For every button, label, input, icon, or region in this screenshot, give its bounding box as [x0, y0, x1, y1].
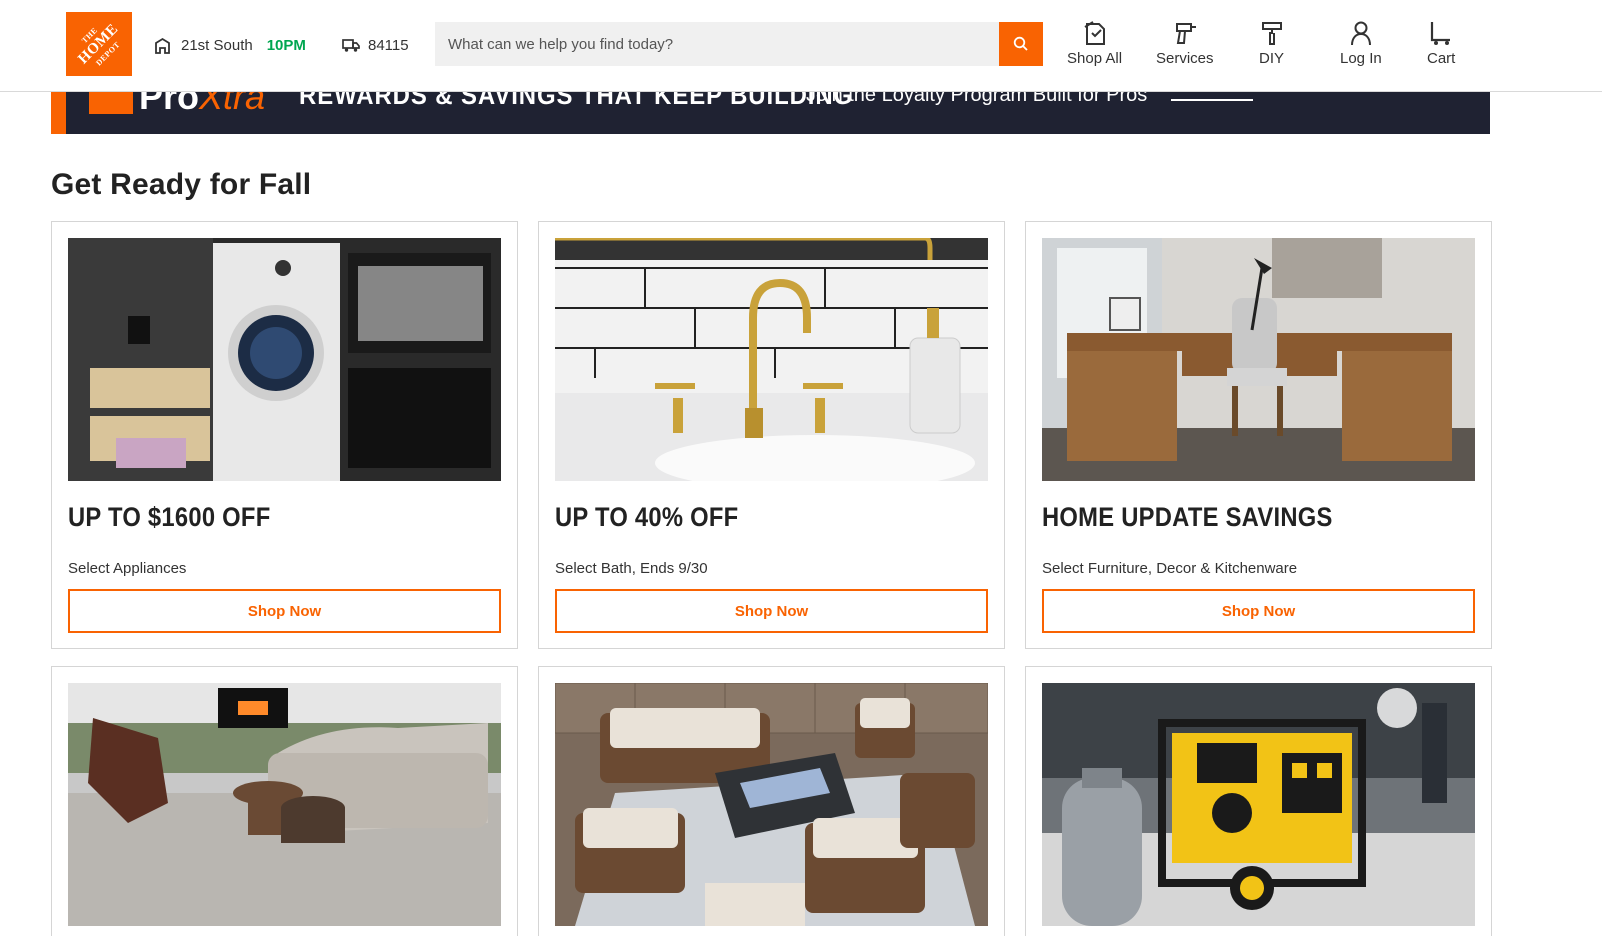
delivery-zip-selector[interactable]: 84115	[342, 35, 409, 55]
living-room-flooring-photo[interactable]	[68, 683, 501, 926]
paint-roller-icon	[1261, 22, 1282, 45]
search-icon	[1013, 36, 1028, 51]
search-bar	[435, 22, 1043, 66]
nav-cart[interactable]: Cart	[1427, 18, 1455, 67]
promo-card	[51, 666, 518, 936]
home-depot-logo-small	[89, 92, 133, 114]
truck-icon	[342, 38, 360, 52]
nav-log-in[interactable]: Log In	[1340, 18, 1382, 67]
store-name: 21st South	[181, 36, 253, 54]
promo-card: HOME UPDATE SAVINGS Select Furniture, De…	[1025, 221, 1492, 649]
proxtra-banner[interactable]: ProXtra REWARDS & SAVINGS THAT KEEP BUIL…	[51, 92, 1490, 134]
nav-label: Services	[1156, 50, 1214, 67]
store-selector[interactable]: 21st South 10PM	[154, 35, 306, 55]
card-title: UP TO 40% OFF	[555, 502, 739, 532]
patio-wicker-set-photo[interactable]	[555, 683, 988, 926]
card-subtitle: Select Bath, Ends 9/30	[555, 560, 708, 577]
cart-icon	[1431, 22, 1451, 45]
banner-subline: Join the Loyalty Program Built for Pros	[806, 92, 1148, 106]
promo-card: UP TO 40% OFF Select Bath, Ends 9/30 Sho…	[538, 221, 1005, 649]
shop-now-button[interactable]: Shop Now	[68, 589, 501, 633]
nav-label: Cart	[1427, 50, 1456, 67]
search-button[interactable]	[999, 22, 1043, 66]
card-subtitle: Select Furniture, Decor & Kitchenware	[1042, 560, 1298, 577]
delivery-zip: 84115	[368, 36, 409, 54]
user-icon	[1350, 21, 1371, 46]
nav-services[interactable]: Services	[1156, 18, 1214, 67]
card-title: HOME UPDATE SAVINGS	[1042, 502, 1333, 532]
gold-faucet-photo[interactable]	[555, 238, 988, 481]
nav-shop-all[interactable]: Shop All	[1067, 18, 1122, 67]
nav-label: Log In	[1340, 50, 1382, 67]
promo-card	[538, 666, 1005, 936]
proxtra-wordmark: ProXtra	[139, 92, 266, 117]
banner-link-underline[interactable]	[1171, 99, 1253, 101]
shop-now-button[interactable]: Shop Now	[555, 589, 988, 633]
site-header: THEHOMEDEPOT 21st South 10PM 84115 Shop …	[0, 0, 1602, 92]
catalog-icon	[1083, 21, 1105, 45]
store-hours: 10PM	[266, 36, 306, 54]
wood-desk-photo[interactable]	[1042, 238, 1475, 481]
portable-generator-photo[interactable]	[1042, 683, 1475, 926]
home-depot-logo[interactable]: THE HOME DEPOT	[66, 12, 132, 76]
nav-label: Shop All	[1067, 50, 1123, 67]
laundry-room-photo[interactable]	[68, 238, 501, 481]
card-title: UP TO $1600 OFF	[68, 502, 271, 532]
card-subtitle: Select Appliances	[68, 560, 187, 577]
search-input[interactable]	[435, 22, 999, 66]
promo-card: UP TO $1600 OFF Select Appliances Shop N…	[51, 221, 518, 649]
nav-diy[interactable]: DIY	[1259, 18, 1284, 67]
drill-icon	[1175, 23, 1196, 44]
store-icon	[155, 37, 170, 54]
promo-card	[1025, 666, 1492, 936]
section-title: Get Ready for Fall	[51, 168, 312, 201]
banner-headline: REWARDS & SAVINGS THAT KEEP BUILDING	[299, 92, 854, 110]
shop-now-button[interactable]: Shop Now	[1042, 589, 1475, 633]
nav-label: DIY	[1259, 50, 1285, 67]
